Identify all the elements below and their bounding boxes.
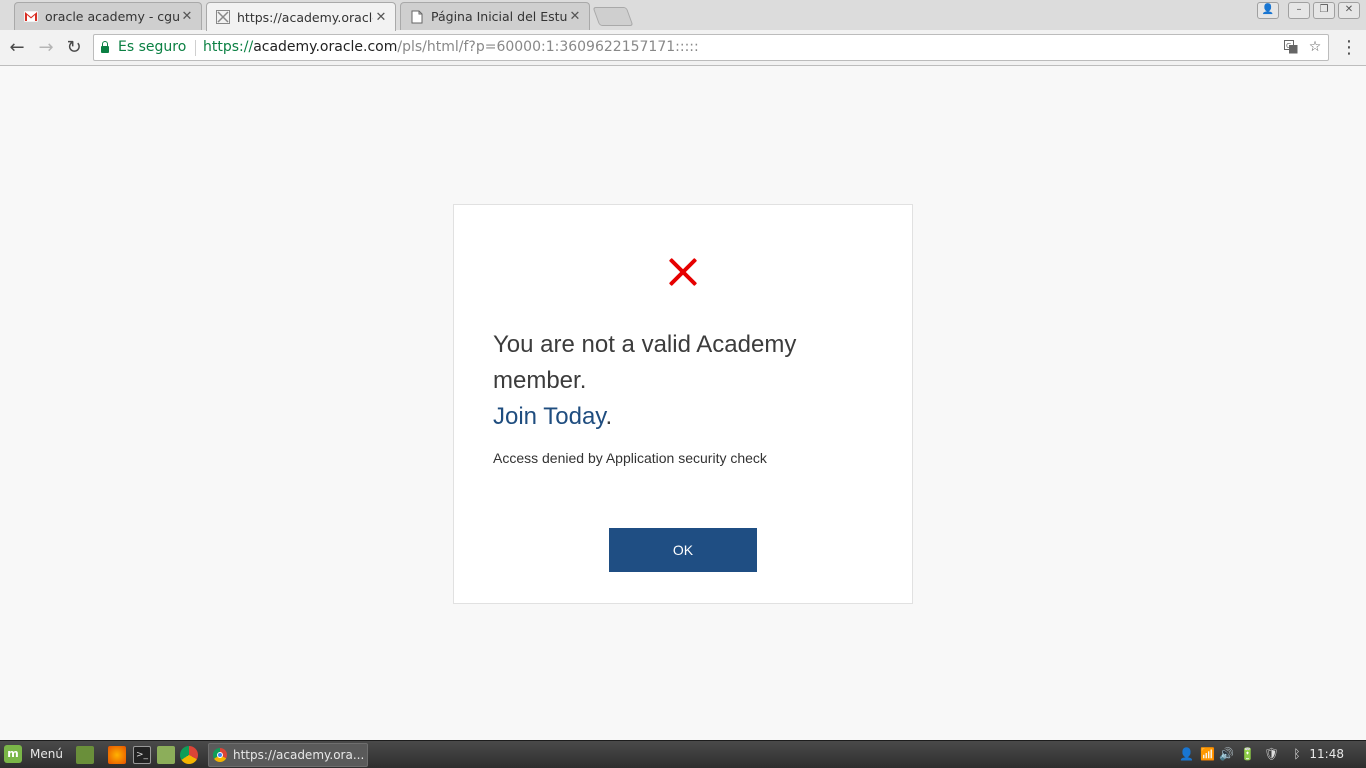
profile-icon[interactable]: 👤 (1257, 2, 1279, 19)
error-dialog: You are not a valid Academy member. Join… (453, 204, 913, 604)
url-host: academy.oracle.com (253, 39, 398, 55)
taskbar: m Menú >_ https://academy.ora... 👤 📶 🔊 🔋… (0, 740, 1366, 768)
error-message: You are not a valid Academy member. Join… (493, 327, 873, 435)
firefox-icon[interactable] (108, 746, 126, 764)
lock-icon (101, 41, 109, 53)
join-suffix: . (605, 403, 613, 430)
chrome-icon (213, 748, 227, 762)
tab-title: oracle academy - cgutie (45, 9, 179, 24)
mint-logo-icon: m (4, 745, 22, 763)
window-title: https://academy.ora... (233, 748, 365, 762)
tab-title: https://academy.oracle. (237, 9, 373, 25)
tab-close-icon[interactable]: ✕ (179, 9, 195, 24)
terminal-icon[interactable]: >_ (133, 746, 151, 764)
forward-arrow-icon[interactable]: → (35, 37, 57, 59)
tab-title: Página Inicial del Estudi (431, 9, 567, 24)
ok-button[interactable]: OK (609, 528, 757, 572)
tab-academy[interactable]: https://academy.oracle. ✕ (206, 2, 396, 31)
svg-text:G: G (1286, 42, 1291, 50)
restore-icon[interactable]: ❐ (1313, 2, 1335, 19)
security-label: Es seguro (118, 39, 187, 55)
shield-icon[interactable]: 🛡 (1264, 747, 1279, 761)
security-indicator[interactable]: Es seguro (101, 35, 186, 60)
taskbar-window-chrome[interactable]: https://academy.ora... (208, 743, 368, 767)
bookmark-star-icon[interactable]: ☆ (1306, 35, 1324, 60)
tab-close-icon[interactable]: ✕ (373, 10, 389, 25)
error-x-icon (667, 256, 699, 288)
menu-label: Menú (30, 747, 63, 761)
url-scheme: https:// (203, 39, 254, 55)
translate-icon[interactable]: G (1282, 35, 1300, 63)
document-icon (409, 9, 425, 25)
url-text[interactable]: https://academy.oracle.com/pls/html/f?p=… (203, 35, 699, 60)
tab-gmail[interactable]: oracle academy - cgutie ✕ (14, 2, 202, 30)
error-detail: Access denied by Application security ch… (493, 450, 767, 466)
invalid-member-text: You are not a valid Academy member. (493, 331, 797, 394)
oracle-page-icon (215, 9, 231, 25)
gmail-icon (23, 9, 39, 25)
files-icon[interactable] (157, 746, 175, 764)
back-arrow-icon[interactable]: ← (6, 37, 28, 59)
tab-close-icon[interactable]: ✕ (567, 9, 583, 24)
user-icon[interactable]: 👤 (1179, 747, 1194, 761)
reload-icon[interactable]: ↻ (63, 37, 85, 59)
tab-student-home[interactable]: Página Inicial del Estudi ✕ (400, 2, 590, 30)
new-tab-button[interactable] (592, 7, 634, 26)
minimize-icon[interactable]: – (1288, 2, 1310, 19)
url-path: /pls/html/f?p=60000:1:3609622157171::::: (397, 39, 699, 55)
menu-dots-icon[interactable]: ⋮ (1338, 37, 1360, 59)
browser-toolbar: ← → ↻ Es seguro https://academy.oracle.c… (0, 30, 1366, 66)
battery-icon[interactable]: 🔋 (1240, 747, 1255, 761)
address-bar[interactable]: Es seguro https://academy.oracle.com/pls… (93, 34, 1329, 61)
bluetooth-icon[interactable]: ᛒ (1290, 747, 1304, 761)
chrome-launcher-icon[interactable] (180, 746, 198, 764)
wifi-icon[interactable]: 📶 (1200, 747, 1215, 761)
volume-icon[interactable]: 🔊 (1219, 747, 1234, 761)
show-desktop-icon[interactable] (76, 746, 94, 764)
tab-strip: oracle academy - cgutie ✕ https://academ… (0, 0, 1366, 31)
divider (195, 40, 196, 56)
close-window-icon[interactable]: ✕ (1338, 2, 1360, 19)
join-today-link[interactable]: Join Today (493, 403, 606, 430)
start-menu-button[interactable]: m Menú (4, 745, 63, 763)
clock[interactable]: 11:48 (1309, 747, 1344, 761)
